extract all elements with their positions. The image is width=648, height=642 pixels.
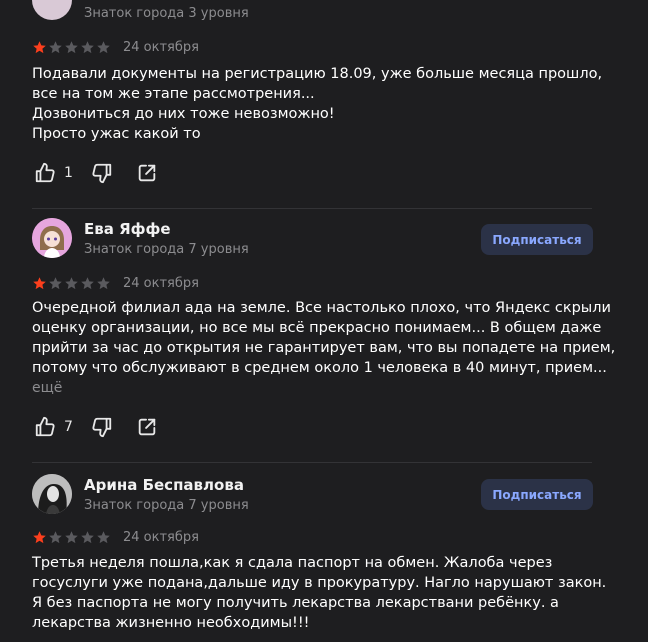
avatar[interactable] [32, 474, 72, 514]
rating-stars [32, 40, 111, 55]
author-name[interactable]: Ева Яффе [84, 220, 171, 238]
review-text-line: Я без паспорта не могу получить лекарств… [32, 595, 559, 611]
review-text-line: Подавали документы на регистрацию 18.09,… [32, 66, 603, 82]
star-filled-icon [33, 41, 46, 54]
review-text-line: Дозвониться до них тоже невозможно! [32, 106, 335, 122]
review-text-line: Очередной филиал ада на земле. Все насто… [32, 300, 611, 316]
star-empty-icon [49, 41, 62, 54]
rating-stars [32, 530, 111, 545]
star-empty-icon [81, 41, 94, 54]
review-text-line: госуслуги уже подана,дальше иду в прокур… [32, 575, 607, 591]
avatar[interactable] [32, 0, 72, 20]
dislike-button[interactable] [91, 162, 113, 184]
thumbs-up-icon [34, 416, 56, 438]
share-button[interactable] [136, 162, 158, 184]
author-level: Знаток города 7 уровня [84, 242, 249, 257]
review-divider [32, 462, 592, 463]
star-empty-icon [97, 531, 110, 544]
review-text: Третья неделя пошла,как я сдала паспорт … [32, 553, 607, 633]
like-button[interactable]: 7 [34, 416, 73, 438]
avatar[interactable] [32, 218, 72, 258]
star-empty-icon [65, 41, 78, 54]
share-button[interactable] [136, 416, 158, 438]
review-text-line: прийти за час до открытия не гарантирует… [32, 340, 616, 356]
share-icon [136, 416, 158, 438]
review-text-line: Просто ужас какой то [32, 126, 201, 142]
review-text-line: потому что обслуживают в среднем около 1… [32, 360, 607, 376]
like-count: 1 [64, 165, 73, 181]
star-empty-icon [65, 531, 78, 544]
author-name[interactable]: Арина Беспавлова [84, 476, 244, 494]
review-text-line: все на том же этапе рассмотрения... [32, 86, 315, 102]
share-icon [136, 162, 158, 184]
star-filled-icon [33, 277, 46, 290]
review-date: 24 октября [123, 40, 199, 55]
star-empty-icon [81, 531, 94, 544]
dislike-button[interactable] [91, 416, 113, 438]
star-empty-icon [97, 277, 110, 290]
star-filled-icon [33, 531, 46, 544]
review-text-line: оценку организации, но все мы всё прекра… [32, 320, 602, 336]
star-empty-icon [49, 531, 62, 544]
star-empty-icon [49, 277, 62, 290]
rating-stars [32, 276, 111, 291]
like-button[interactable]: 1 [34, 162, 73, 184]
subscribe-button[interactable]: Подписаться [481, 479, 593, 510]
author-level: Знаток города 7 уровня [84, 498, 249, 513]
like-count: 7 [64, 419, 73, 435]
review-text: Очередной филиал ада на земле. Все насто… [32, 298, 616, 378]
reviews-feed: Знаток города 3 уровня 24 октября Подава… [0, 0, 648, 642]
avatar-image [32, 218, 72, 258]
review-text-line: лекарства жизненно необходимы!!! [32, 615, 310, 631]
author-level: Знаток города 3 уровня [84, 6, 249, 21]
review-date: 24 октября [123, 530, 199, 545]
avatar-image [32, 474, 72, 514]
star-empty-icon [65, 277, 78, 290]
subscribe-button[interactable]: Подписаться [481, 224, 593, 255]
review-date: 24 октября [123, 276, 199, 291]
more-link[interactable]: ещё [32, 380, 62, 396]
thumbs-down-icon [91, 416, 113, 438]
thumbs-up-icon [34, 162, 56, 184]
thumbs-down-icon [91, 162, 113, 184]
review-text: Подавали документы на регистрацию 18.09,… [32, 64, 603, 144]
review-text-line: Третья неделя пошла,как я сдала паспорт … [32, 555, 553, 571]
star-empty-icon [81, 277, 94, 290]
star-empty-icon [97, 41, 110, 54]
review-divider [32, 208, 592, 209]
